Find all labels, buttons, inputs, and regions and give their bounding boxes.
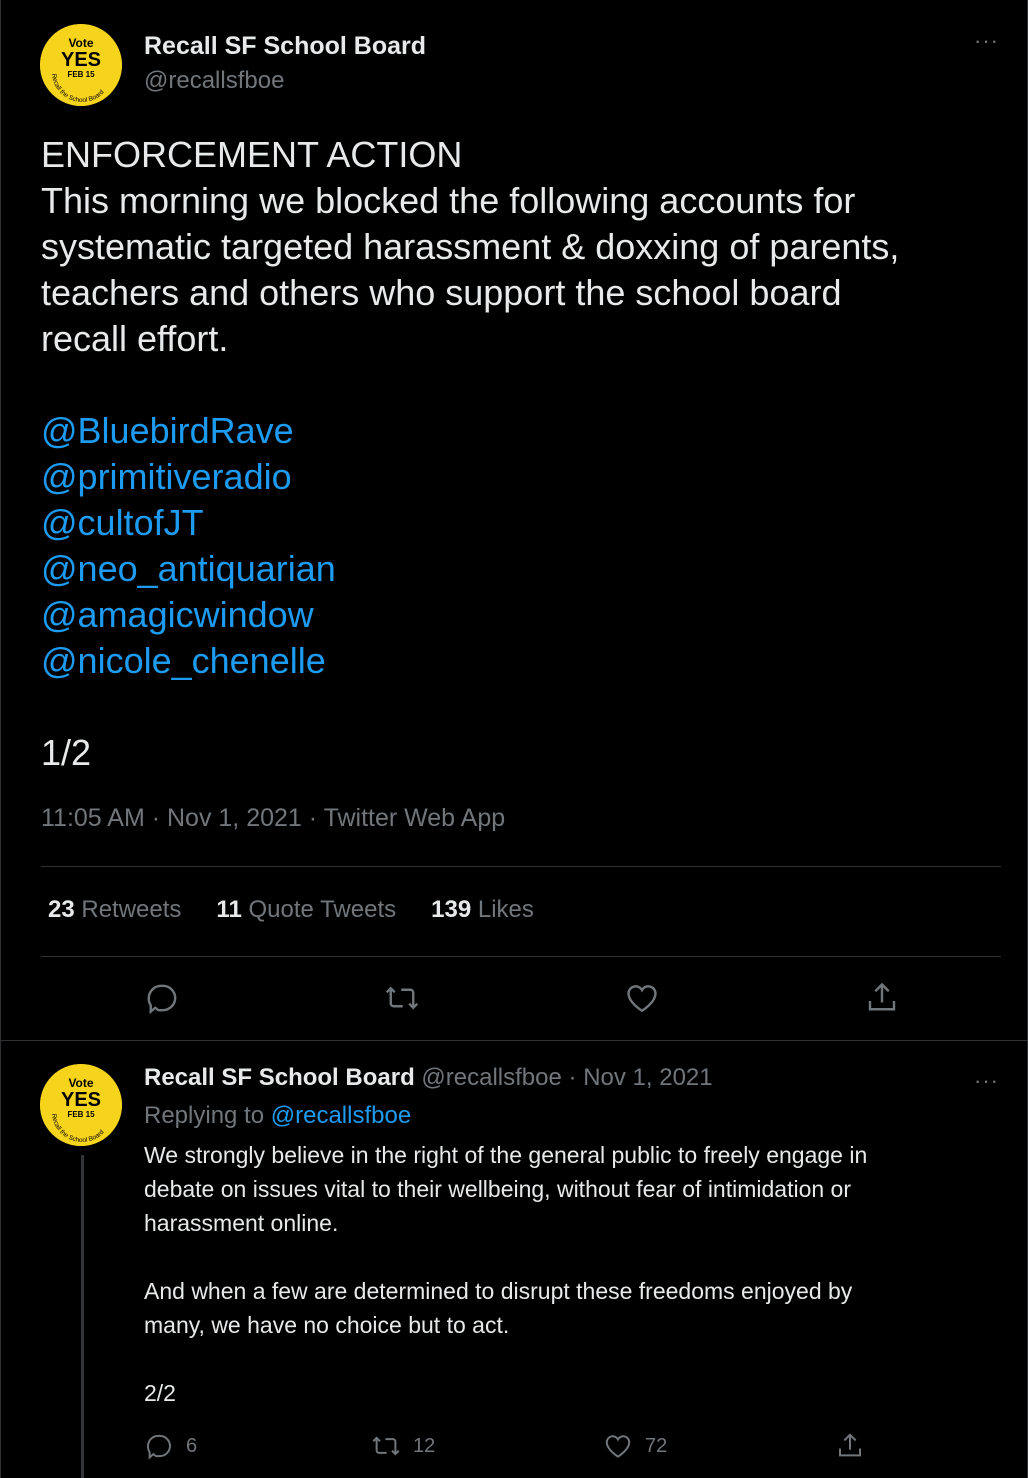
replying-to: Replying to @recallsfboe xyxy=(144,1102,412,1129)
share-button[interactable] xyxy=(864,980,900,1016)
like-count: 72 xyxy=(645,1434,668,1457)
tweet-text-line: recall effort. xyxy=(41,318,229,359)
replying-to-link[interactable]: @recallsfboe xyxy=(271,1102,411,1129)
engagement-stats: 23 Retweets 11 Quote Tweets 139 Likes xyxy=(48,896,569,924)
avatar[interactable]: Vote YES FEB 15 Recall the School Board xyxy=(40,24,122,106)
thread-line xyxy=(81,1155,84,1478)
thread-counter: 2/2 xyxy=(144,1380,176,1406)
author-handle[interactable]: @recallsfboe xyxy=(421,1064,561,1091)
share-icon xyxy=(868,982,896,1011)
tweet-text-line: We strongly believe in the right of the … xyxy=(144,1142,868,1168)
vote-yes-logo-icon: Vote YES FEB 15 Recall the School Board xyxy=(40,24,122,106)
svg-text:YES: YES xyxy=(61,1089,101,1111)
tweet-text-line: harassment online. xyxy=(144,1210,339,1236)
thread-counter: 1/2 xyxy=(41,732,92,773)
tweet-text-line: systematic targeted harassment & doxxing… xyxy=(41,226,900,267)
tweet-text-line: many, we have no choice but to act. xyxy=(144,1312,510,1338)
tweet-text-line: And when a few are determined to disrupt… xyxy=(144,1278,853,1304)
svg-text:FEB 15: FEB 15 xyxy=(67,70,95,79)
mention-link[interactable]: @BluebirdRave xyxy=(41,408,1016,454)
likes-stat[interactable]: 139 Likes xyxy=(431,896,534,924)
svg-text:FEB 15: FEB 15 xyxy=(67,1110,95,1119)
retweets-stat[interactable]: 23 Retweets xyxy=(48,896,181,924)
tweet-text-line: debate on issues vital to their wellbein… xyxy=(144,1176,852,1202)
more-options-icon[interactable]: ··· xyxy=(974,1070,999,1092)
reply-icon xyxy=(147,984,177,1015)
reply-body: We strongly believe in the right of the … xyxy=(144,1138,994,1410)
author-handle[interactable]: @recallsfboe xyxy=(144,67,284,95)
mention-link[interactable]: @cultofJT xyxy=(41,500,1016,546)
more-options-icon[interactable]: ··· xyxy=(974,30,999,52)
heart-icon xyxy=(627,985,657,1013)
like-button[interactable] xyxy=(624,980,660,1016)
retweet-button[interactable] xyxy=(384,980,420,1016)
separator: · xyxy=(568,1064,577,1091)
tweet-text-line: ENFORCEMENT ACTION xyxy=(41,134,463,175)
svg-text:Vote: Vote xyxy=(68,1076,93,1090)
mention-link[interactable]: @amagicwindow xyxy=(41,592,1016,638)
vote-yes-logo-icon: Vote YES FEB 15 Recall the School Board xyxy=(40,1064,122,1146)
tweet-body: ENFORCEMENT ACTION This morning we block… xyxy=(41,132,1016,776)
author-name[interactable]: Recall SF School Board xyxy=(144,32,426,61)
tweet-date[interactable]: Nov 1, 2021 xyxy=(583,1064,712,1091)
reply-header: Recall SF School Board @recallsfboe · No… xyxy=(144,1064,713,1092)
tweet-thread-page: Vote YES FEB 15 Recall the School Board … xyxy=(0,0,1028,1478)
tweet-timestamp[interactable]: 11:05 AM · Nov 1, 2021 · Twitter Web App xyxy=(41,804,505,833)
divider xyxy=(41,956,1001,957)
mention-link[interactable]: @nicole_chenelle xyxy=(41,638,1016,684)
share-button[interactable] xyxy=(835,1431,877,1461)
reply-icon xyxy=(146,1434,172,1460)
retweet-count: 12 xyxy=(413,1434,436,1457)
svg-text:Vote: Vote xyxy=(68,36,93,50)
reply-button[interactable] xyxy=(144,980,180,1016)
like-button[interactable]: 72 xyxy=(603,1431,667,1461)
divider xyxy=(41,866,1001,867)
mention-link[interactable]: @neo_antiquarian xyxy=(41,546,1016,592)
tweet-text-line: This morning we blocked the following ac… xyxy=(41,180,856,221)
heart-icon xyxy=(605,1435,631,1458)
reply-count: 6 xyxy=(186,1434,198,1457)
mention-link[interactable]: @primitiveradio xyxy=(41,454,1016,500)
retweet-icon xyxy=(372,1436,400,1456)
author-name[interactable]: Recall SF School Board xyxy=(144,1064,415,1091)
share-icon xyxy=(839,1433,861,1457)
avatar[interactable]: Vote YES FEB 15 Recall the School Board xyxy=(40,1064,122,1146)
retweet-icon xyxy=(385,986,419,1010)
reply-button[interactable]: 6 xyxy=(144,1431,197,1461)
tweet-separator xyxy=(1,1040,1027,1041)
tweet-text-line: teachers and others who support the scho… xyxy=(41,272,842,313)
svg-text:YES: YES xyxy=(61,49,101,71)
quote-tweets-stat[interactable]: 11 Quote Tweets xyxy=(216,896,396,924)
retweet-button[interactable]: 12 xyxy=(371,1431,435,1461)
